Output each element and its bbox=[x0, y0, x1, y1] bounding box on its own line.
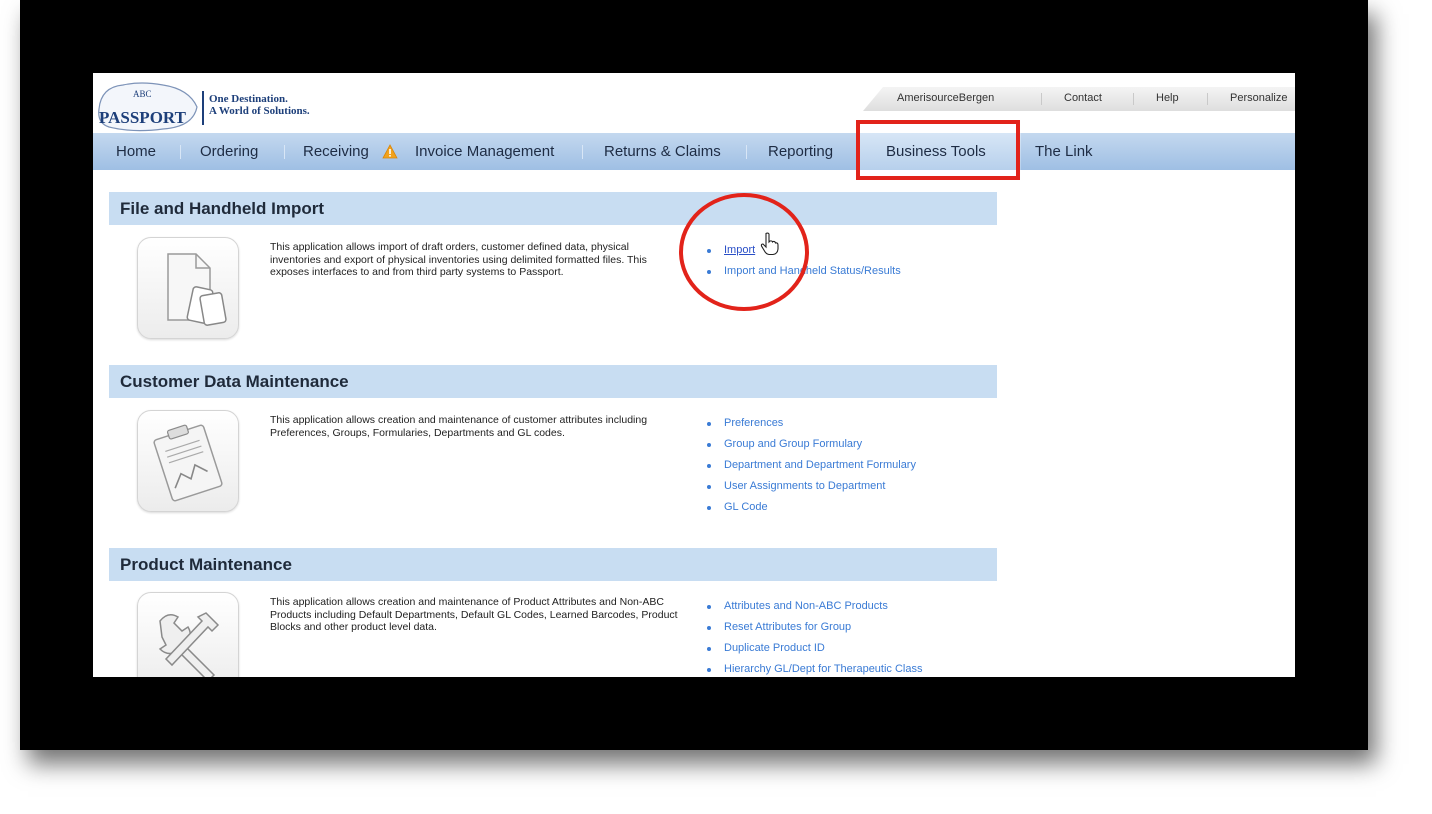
utility-bar: AmerisourceBergen Contact Help Personali… bbox=[863, 87, 1295, 111]
util-link-contact[interactable]: Contact bbox=[1064, 92, 1102, 104]
link-reset-attributes[interactable]: Reset Attributes for Group bbox=[724, 621, 851, 633]
tagline-line-2: A World of Solutions. bbox=[209, 105, 310, 117]
nav-separator bbox=[180, 145, 181, 159]
link-preferences[interactable]: Preferences bbox=[724, 417, 783, 429]
list-item: User Assignments to Department bbox=[707, 480, 916, 501]
nav-separator bbox=[746, 145, 747, 159]
section-description: This application allows creation and mai… bbox=[270, 414, 648, 439]
section-header-customer-data: Customer Data Maintenance bbox=[109, 365, 997, 398]
list-item: Department and Department Formulary bbox=[707, 459, 916, 480]
util-link-personalize[interactable]: Personalize bbox=[1230, 92, 1287, 104]
section-header-product-maintenance: Product Maintenance bbox=[109, 548, 997, 581]
section-links: Preferences Group and Group Formulary De… bbox=[707, 417, 916, 522]
util-separator bbox=[1041, 93, 1042, 105]
section-title: File and Handheld Import bbox=[120, 199, 325, 218]
nav-receiving[interactable]: Receiving bbox=[303, 143, 369, 160]
browser-page: ABC PASSPORT One Destination. A World of… bbox=[93, 73, 1295, 677]
header: ABC PASSPORT One Destination. A World of… bbox=[93, 73, 1295, 133]
logo-abc-text: ABC bbox=[133, 89, 152, 99]
section-description: This application allows import of draft … bbox=[270, 241, 647, 278]
clipboard-chart-icon bbox=[137, 410, 239, 512]
highlight-box-annotation bbox=[856, 120, 1020, 180]
list-item: Preferences bbox=[707, 417, 916, 438]
util-separator bbox=[1207, 93, 1208, 105]
nav-returns-claims[interactable]: Returns & Claims bbox=[604, 143, 721, 160]
highlight-circle-annotation bbox=[679, 193, 809, 311]
section-header-file-import: File and Handheld Import bbox=[109, 192, 997, 225]
nav-reporting[interactable]: Reporting bbox=[768, 143, 833, 160]
warning-icon bbox=[382, 144, 398, 159]
passport-logo[interactable]: ABC PASSPORT bbox=[93, 77, 205, 133]
nav-ordering[interactable]: Ordering bbox=[200, 143, 258, 160]
section-title: Product Maintenance bbox=[120, 555, 292, 574]
section-title: Customer Data Maintenance bbox=[120, 372, 349, 391]
link-department-formulary[interactable]: Department and Department Formulary bbox=[724, 459, 916, 471]
util-link-amerisourcebergen[interactable]: AmerisourceBergen bbox=[897, 92, 994, 104]
list-item: Attributes and Non-ABC Products bbox=[707, 600, 923, 621]
hand-cursor-icon bbox=[760, 232, 780, 256]
link-user-assignments[interactable]: User Assignments to Department bbox=[724, 480, 885, 492]
nav-separator bbox=[284, 145, 285, 159]
section-links: Attributes and Non-ABC Products Reset At… bbox=[707, 600, 923, 677]
list-item: GL Code bbox=[707, 501, 916, 522]
util-link-help[interactable]: Help bbox=[1156, 92, 1179, 104]
main-nav: Home Ordering Receiving Invoice Manageme… bbox=[93, 133, 1295, 170]
list-item: Reset Attributes for Group bbox=[707, 621, 923, 642]
link-hierarchy-gl-dept[interactable]: Hierarchy GL/Dept for Therapeutic Class bbox=[724, 663, 923, 675]
logo-passport-text: PASSPORT bbox=[99, 108, 187, 127]
list-item: Duplicate Product ID bbox=[707, 642, 923, 663]
section-description: This application allows creation and mai… bbox=[270, 596, 678, 633]
tools-icon bbox=[137, 592, 239, 677]
link-duplicate-product-id[interactable]: Duplicate Product ID bbox=[724, 642, 825, 654]
link-group-formulary[interactable]: Group and Group Formulary bbox=[724, 438, 862, 450]
nav-home[interactable]: Home bbox=[116, 143, 156, 160]
link-attributes-non-abc[interactable]: Attributes and Non-ABC Products bbox=[724, 600, 888, 612]
tagline: One Destination. A World of Solutions. bbox=[209, 93, 310, 117]
link-gl-code[interactable]: GL Code bbox=[724, 501, 768, 513]
nav-separator bbox=[582, 145, 583, 159]
nav-invoice-management[interactable]: Invoice Management bbox=[415, 143, 554, 160]
file-handheld-icon bbox=[137, 237, 239, 339]
list-item: Group and Group Formulary bbox=[707, 438, 916, 459]
tagline-line-1: One Destination. bbox=[209, 93, 288, 105]
list-item: Hierarchy GL/Dept for Therapeutic Class bbox=[707, 663, 923, 677]
nav-the-link[interactable]: The Link bbox=[1035, 143, 1093, 160]
util-separator bbox=[1133, 93, 1134, 105]
